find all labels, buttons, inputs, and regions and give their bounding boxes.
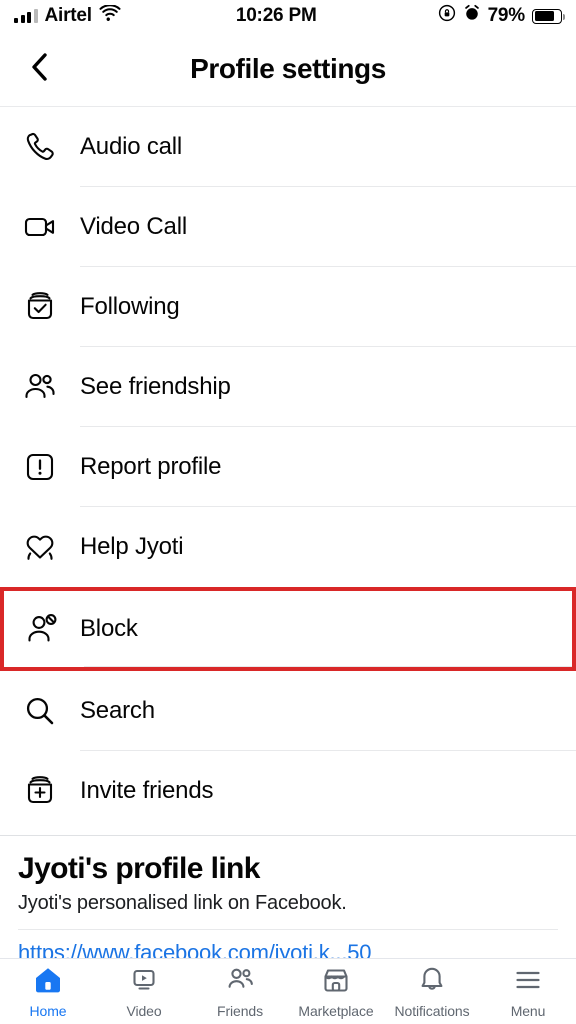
profile-link-subtitle: Jyoti's personalised link on Facebook. — [18, 892, 347, 914]
menu-item-label: Invite friends — [80, 777, 214, 804]
following-check-icon — [0, 287, 80, 327]
profile-link-title: Jyoti's profile link — [18, 852, 260, 885]
clock-label: 10:26 PM — [235, 5, 317, 26]
nav-item-label: Video — [126, 1002, 162, 1019]
menu-item-label: See friendship — [80, 373, 231, 400]
bell-icon — [417, 965, 447, 1000]
menu-item-label: Help Jyoti — [80, 533, 184, 560]
battery-icon — [532, 8, 565, 24]
menu-item-see-friendship[interactable]: See friendship — [0, 347, 576, 427]
nav-item-label: Marketplace — [298, 1002, 374, 1019]
menu-item-report-profile[interactable]: Report profile — [0, 427, 576, 507]
nav-item-friends[interactable]: Friends — [192, 959, 288, 1024]
nav-item-marketplace[interactable]: Marketplace — [288, 959, 384, 1024]
profile-link-divider — [18, 929, 558, 930]
add-card-icon — [0, 771, 80, 811]
status-bar-right: 79% — [438, 4, 565, 28]
menu-item-label: Following — [80, 293, 180, 320]
status-bar: Airtel 10:26 PM 79% — [0, 0, 576, 32]
two-people-icon — [0, 367, 80, 407]
menu-item-video-call[interactable]: Video Call — [0, 187, 576, 267]
hamburger-icon — [513, 965, 543, 1000]
menu-item-label: Video Call — [80, 213, 187, 240]
exclamation-square-icon — [0, 447, 80, 487]
friends-icon — [225, 965, 255, 1000]
signal-bars-icon — [14, 9, 38, 23]
video-camera-icon — [0, 207, 80, 247]
status-bar-center: 10:26 PM — [121, 5, 438, 27]
menu-item-label: Search — [80, 697, 155, 724]
menu-item-label: Block — [80, 615, 138, 642]
back-chevron-icon — [27, 52, 53, 87]
nav-item-label: Menu — [510, 1002, 546, 1019]
profile-link-section: Jyoti's profile link Jyoti's personalise… — [0, 836, 576, 966]
profile-settings-menu: Audio call Video Call Following See frie… — [0, 107, 576, 831]
nav-item-label: Friends — [217, 1002, 263, 1019]
magnifier-icon — [0, 691, 80, 731]
status-bar-left: Airtel — [14, 3, 121, 28]
nav-item-video[interactable]: Video — [96, 959, 192, 1024]
back-button[interactable] — [12, 41, 68, 97]
wifi-icon — [99, 3, 121, 28]
app-header: Profile settings — [0, 32, 576, 107]
menu-item-label: Audio call — [80, 133, 183, 160]
nav-item-home[interactable]: Home — [0, 959, 96, 1024]
bottom-navigation-bar: Home Video Friends Marketplace Notificat… — [0, 958, 576, 1024]
menu-item-audio-call[interactable]: Audio call — [0, 107, 576, 187]
video-play-icon — [129, 965, 159, 1000]
marketplace-icon — [321, 965, 351, 1000]
menu-item-label: Report profile — [80, 453, 222, 480]
nav-item-label: Notifications — [394, 1002, 470, 1019]
alarm-clock-icon — [463, 4, 481, 28]
menu-item-help-jyoti[interactable]: Help Jyoti — [0, 507, 576, 587]
row-divider — [84, 666, 572, 667]
menu-item-block[interactable]: Block — [0, 587, 576, 671]
menu-item-invite-friends[interactable]: Invite friends — [0, 751, 576, 831]
home-icon — [33, 965, 63, 1000]
heart-hands-icon — [0, 527, 80, 567]
nav-item-label: Home — [29, 1002, 67, 1019]
block-person-icon — [4, 609, 80, 649]
phone-icon — [0, 127, 80, 167]
menu-item-search[interactable]: Search — [0, 671, 576, 751]
nav-item-menu[interactable]: Menu — [480, 959, 576, 1024]
rotation-lock-icon — [438, 4, 456, 28]
carrier-label: Airtel — [44, 5, 93, 26]
menu-item-following[interactable]: Following — [0, 267, 576, 347]
page-title: Profile settings — [190, 53, 386, 84]
battery-percent-label: 79% — [487, 5, 526, 26]
nav-item-notifications[interactable]: Notifications — [384, 959, 480, 1024]
